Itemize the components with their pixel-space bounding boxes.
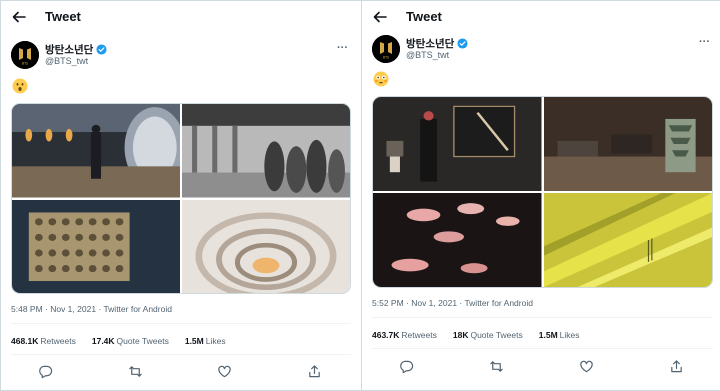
quote-tweets-count: 17.4K bbox=[91, 336, 115, 346]
reply-icon[interactable] bbox=[38, 364, 53, 379]
back-arrow-icon[interactable] bbox=[11, 9, 27, 25]
astonished-face-emoji bbox=[12, 78, 28, 94]
bts-logo-icon: BTS bbox=[372, 35, 400, 63]
author-handle[interactable]: @BTS_twt bbox=[406, 50, 449, 60]
engagement-stats: 463.7K Retweets 18K Quote Tweets 1.5M Likes bbox=[372, 330, 580, 340]
tweet-panel-left: Tweet BTS 방탄소년단 @BTS_twt ··· 5:48 PM · N… bbox=[1, 1, 359, 390]
action-bar bbox=[362, 356, 720, 376]
retweets-label: Retweets bbox=[401, 330, 437, 340]
tweet-panel-right: Tweet BTS 방탄소년단 @BTS_twt ··· 5:52 PM · N… bbox=[361, 1, 720, 390]
like-icon[interactable] bbox=[579, 359, 594, 374]
like-icon[interactable] bbox=[217, 364, 232, 379]
divider bbox=[11, 323, 351, 324]
quote-tweets-stat[interactable]: 18K Quote Tweets bbox=[453, 330, 523, 340]
page-title: Tweet bbox=[45, 9, 81, 24]
photo-exhibition-hall[interactable] bbox=[543, 97, 713, 191]
tweet-timestamp[interactable]: 5:52 PM · Nov 1, 2021 · Twitter for Andr… bbox=[372, 298, 533, 308]
reply-icon[interactable] bbox=[399, 359, 414, 374]
back-arrow-icon[interactable] bbox=[372, 9, 388, 25]
retweets-count: 463.7K bbox=[372, 330, 400, 340]
verified-badge-icon bbox=[457, 38, 468, 49]
photo-yellow-staircase[interactable] bbox=[543, 193, 713, 287]
svg-text:BTS: BTS bbox=[383, 56, 389, 60]
tweet-header: Tweet bbox=[1, 1, 359, 33]
tweet-timestamp[interactable]: 5:48 PM · Nov 1, 2021 · Twitter for Andr… bbox=[11, 304, 172, 314]
screenshot-canvas: Tweet BTS 방탄소년단 @BTS_twt ··· 5:48 PM · N… bbox=[0, 0, 720, 391]
media-grid bbox=[11, 103, 351, 294]
retweets-count: 468.1K bbox=[11, 336, 39, 346]
photo-pink-fish-sculptures[interactable] bbox=[373, 193, 542, 287]
share-icon[interactable] bbox=[669, 359, 684, 374]
photo-person-with-painting[interactable] bbox=[373, 97, 542, 191]
avatar[interactable]: BTS bbox=[11, 41, 39, 69]
photo-spiral-staircase[interactable] bbox=[182, 199, 350, 294]
photo-artwork-wall[interactable] bbox=[12, 199, 180, 294]
quote-tweets-label: Quote Tweets bbox=[116, 336, 169, 346]
engagement-stats: 468.1K Retweets 17.4K Quote Tweets 1.5M Lik… bbox=[11, 336, 226, 346]
media-grid bbox=[372, 96, 713, 288]
retweets-stat[interactable]: 463.7K Retweets bbox=[372, 330, 437, 340]
more-icon[interactable]: ··· bbox=[699, 36, 710, 48]
flushed-face-emoji bbox=[373, 71, 389, 87]
likes-stat[interactable]: 1.5M Likes bbox=[539, 330, 580, 340]
likes-count: 1.5M bbox=[538, 330, 558, 340]
likes-label: Likes bbox=[559, 330, 580, 340]
more-icon[interactable]: ··· bbox=[337, 42, 348, 54]
author-name-row[interactable]: 방탄소년단 bbox=[406, 36, 468, 51]
svg-text:BTS: BTS bbox=[22, 62, 28, 66]
likes-label: Likes bbox=[205, 336, 226, 346]
retweet-icon[interactable] bbox=[128, 364, 143, 379]
author-handle[interactable]: @BTS_twt bbox=[45, 56, 88, 66]
divider bbox=[372, 348, 713, 349]
author-name: 방탄소년단 bbox=[45, 44, 94, 56]
retweet-icon[interactable] bbox=[489, 359, 504, 374]
share-icon[interactable] bbox=[307, 364, 322, 379]
tweet-header: Tweet bbox=[362, 1, 720, 33]
author-name-row[interactable]: 방탄소년단 bbox=[45, 42, 107, 57]
retweets-stat[interactable]: 468.1K Retweets bbox=[11, 336, 76, 346]
divider bbox=[372, 317, 713, 318]
action-bar bbox=[1, 361, 359, 381]
avatar[interactable]: BTS bbox=[372, 35, 400, 63]
quote-tweets-label: Quote Tweets bbox=[470, 330, 523, 340]
quote-tweets-stat[interactable]: 17.4K Quote Tweets bbox=[92, 336, 169, 346]
verified-badge-icon bbox=[96, 44, 107, 55]
likes-stat[interactable]: 1.5M Likes bbox=[185, 336, 226, 346]
bts-logo-icon: BTS bbox=[11, 41, 39, 69]
retweets-label: Retweets bbox=[40, 336, 76, 346]
photo-mirror-hall[interactable] bbox=[12, 104, 180, 198]
photo-bronze-statues[interactable] bbox=[182, 104, 350, 198]
author-name: 방탄소년단 bbox=[406, 38, 455, 50]
likes-count: 1.5M bbox=[184, 336, 204, 346]
divider bbox=[11, 354, 351, 355]
quote-tweets-count: 18K bbox=[452, 330, 469, 340]
page-title: Tweet bbox=[406, 9, 442, 24]
